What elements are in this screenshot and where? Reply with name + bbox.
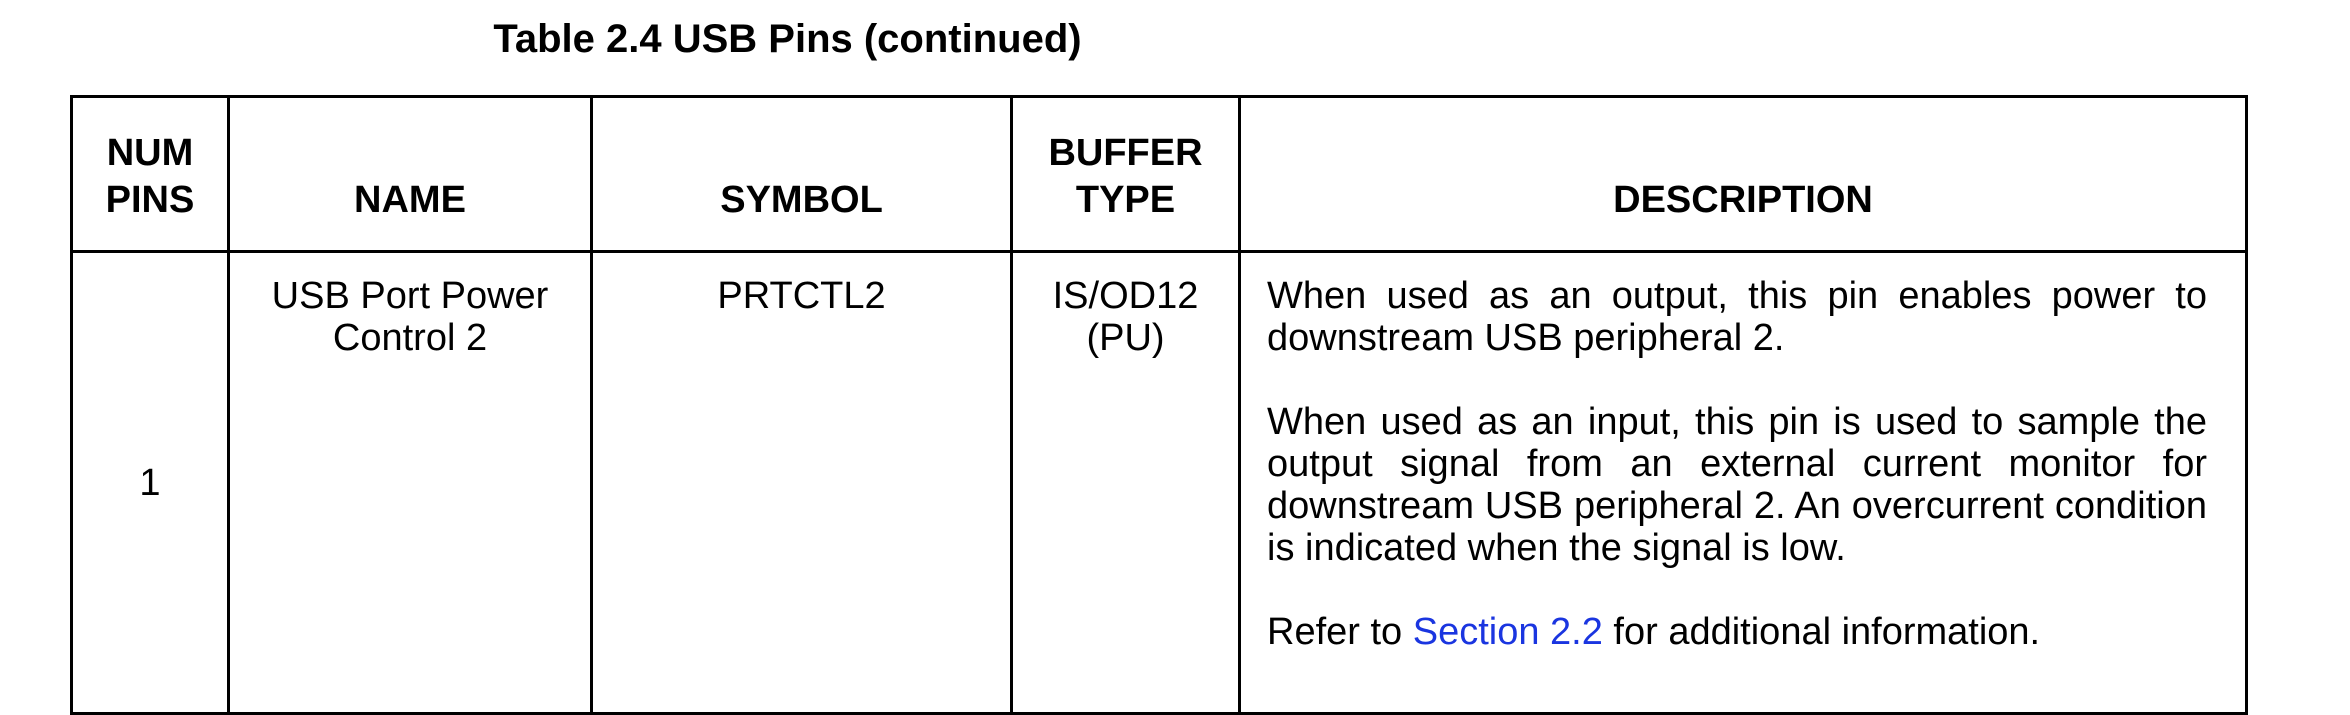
header-row: NUM PINS NAME SYMBOL BUFFER TYPE DESCRIP… (70, 95, 2248, 253)
header-name: NAME (227, 95, 593, 253)
header-num-pins: NUM PINS (70, 95, 230, 253)
description-input-paragraph: When used as an input, this pin is used … (1267, 401, 2207, 569)
cell-buffer-line2: (PU) (1086, 317, 1165, 359)
cell-buffer-line1: IS/OD12 (1052, 275, 1199, 317)
header-buffer-type: BUFFER TYPE (1010, 95, 1241, 253)
cell-name-line1: USB Port Power (271, 275, 549, 317)
header-num-pins-line1: NUM (106, 132, 194, 174)
section-link[interactable]: Section 2.2 (1413, 611, 1603, 653)
reference-suffix: for additional information. (1602, 611, 2041, 653)
cell-name: USB Port Power Control 2 (227, 250, 593, 715)
description-output-paragraph: When used as an output, this pin enables… (1267, 275, 2207, 359)
header-buffer-line2: TYPE (1075, 179, 1176, 221)
cell-num-pins: 1 (70, 250, 230, 715)
description-reference-paragraph: Refer to Section 2.2 for additional info… (1267, 611, 2207, 653)
reference-prefix: Refer to (1267, 611, 1413, 653)
table-caption: Table 2.4 USB Pins (continued) (493, 17, 1082, 61)
header-description: DESCRIPTION (1238, 95, 2248, 253)
header-buffer-line1: BUFFER (1048, 132, 1203, 174)
cell-buffer-type: IS/OD12 (PU) (1010, 250, 1241, 715)
header-num-pins-line2: PINS (105, 179, 195, 221)
cell-symbol: PRTCTL2 (590, 250, 1013, 715)
header-symbol: SYMBOL (590, 95, 1013, 253)
table-row: 1 USB Port Power Control 2 PRTCTL2 IS/OD… (70, 250, 2248, 715)
cell-name-line2: Control 2 (332, 317, 488, 359)
cell-description: When used as an output, this pin enables… (1238, 250, 2248, 715)
usb-pins-table: NUM PINS NAME SYMBOL BUFFER TYPE DESCRIP… (70, 95, 2248, 715)
